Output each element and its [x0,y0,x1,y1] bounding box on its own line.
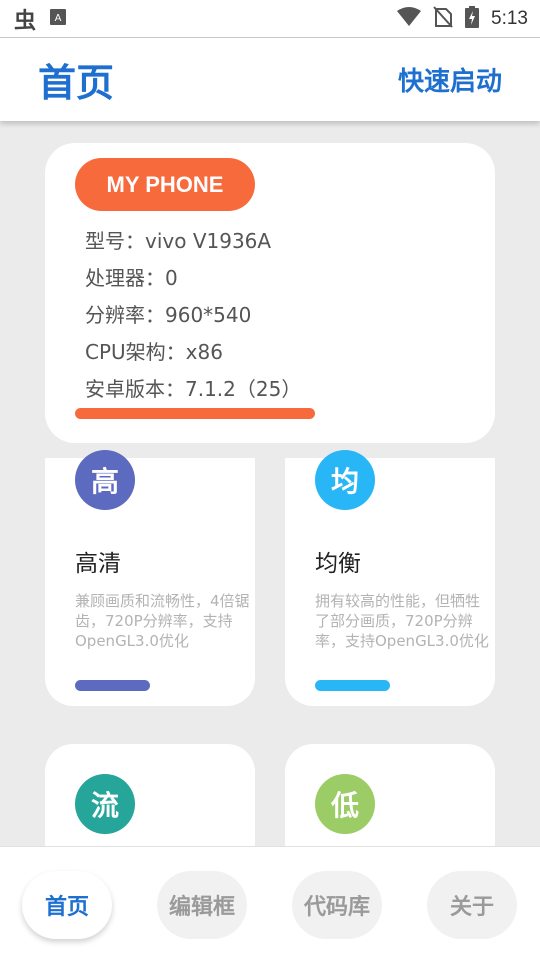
mode-title: 均衡 [315,551,361,577]
phone-info-card: MY PHONE 型号：vivo V1936A 处理器：0 分辨率：960*54… [45,143,495,443]
nav-about[interactable]: 关于 [427,871,517,939]
info-model: 型号：vivo V1936A [85,229,272,253]
low-icon: 低 [315,774,375,834]
no-sim-icon [433,5,453,32]
bottom-nav: 首页 编辑框 代码库 关于 [0,846,540,961]
mode-title: 高清 [75,551,121,577]
battery-charging-icon [465,5,480,32]
my-phone-badge: MY PHONE [75,158,255,211]
status-time: 5:13 [491,7,528,29]
hd-icon: 高 [75,450,135,510]
info-processor: 处理器：0 [85,266,178,290]
chinese-character-app-icon: 虫 [14,8,37,34]
mode-description: 拥有较高的性能，但牺牲了部分画质，720P分辨率，支持OpenGL3.0优化 [315,592,489,650]
page-title: 首页 [38,61,115,105]
mode-accent-bar [75,680,150,691]
nav-code-library[interactable]: 代码库 [292,871,382,939]
mode-card-balanced[interactable]: 均 均衡 拥有较高的性能，但牺牲了部分画质，720P分辨率，支持OpenGL3.… [285,450,495,706]
quick-launch-button[interactable]: 快速启动 [398,61,502,98]
info-cpu-arch: CPU架构：x86 [85,340,223,364]
app-bar: 首页 快速启动 [0,38,540,121]
nav-home[interactable]: 首页 [22,871,112,939]
mode-accent-bar [315,680,390,691]
text-a-app-icon: A [50,8,67,29]
mode-card-hd[interactable]: 高 高清 兼顾画质和流畅性，4倍锯齿，720P分辨率，支持OpenGL3.0优化 [45,450,255,706]
nav-editor[interactable]: 编辑框 [157,871,247,939]
info-android-version: 安卓版本：7.1.2（25） [85,377,302,401]
status-bar: 虫 A 5:13 [0,0,540,38]
svg-text:A: A [55,13,62,24]
info-resolution: 分辨率：960*540 [85,303,252,327]
mode-description: 兼顾画质和流畅性，4倍锯齿，720P分辨率，支持OpenGL3.0优化 [75,592,250,650]
smooth-icon: 流 [75,774,135,834]
balanced-icon: 均 [315,450,375,510]
phone-card-accent-bar [75,408,315,419]
wifi-icon [397,6,422,31]
